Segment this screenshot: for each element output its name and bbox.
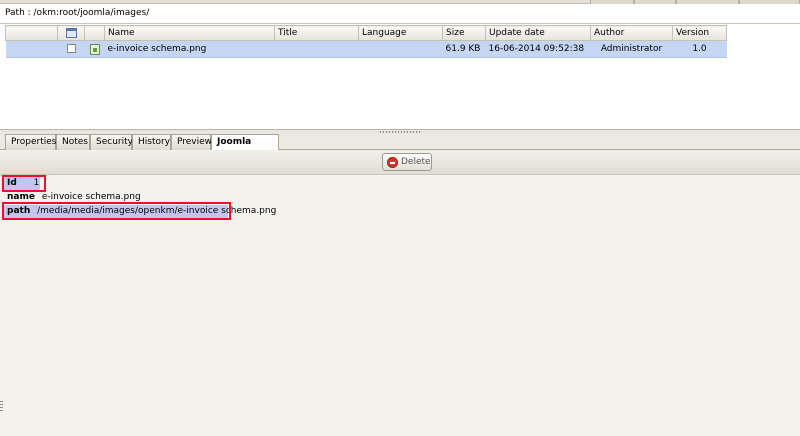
annotation-box-id <box>2 175 46 192</box>
column-header-calendar[interactable] <box>57 25 85 41</box>
delete-button[interactable]: Delete <box>382 153 432 171</box>
column-header-spacer <box>5 25 58 41</box>
table-header-row: Name Title Language Size Update date Aut… <box>5 25 727 41</box>
file-version: 1.0 <box>672 40 727 58</box>
tab-security[interactable]: Security <box>90 134 133 150</box>
row-type-cell <box>84 40 105 58</box>
property-name-key: name <box>7 192 35 202</box>
path-bar: Path : /okm:root/joomla/images/ <box>0 4 800 24</box>
column-header-size[interactable]: Size <box>442 25 486 41</box>
column-header-update-date[interactable]: Update date <box>485 25 591 41</box>
tab-preview[interactable]: Preview <box>171 134 212 150</box>
annotation-box-path <box>2 202 231 220</box>
tab-history[interactable]: History <box>132 134 171 150</box>
property-name-value: e-invoice schema.png <box>41 192 141 202</box>
file-name[interactable]: e-invoice schema.png <box>104 40 275 58</box>
delete-icon <box>387 157 398 168</box>
tab-notes[interactable]: Notes <box>56 134 90 150</box>
column-header-name[interactable]: Name <box>104 25 275 41</box>
column-header-icon[interactable] <box>84 25 105 41</box>
file-language <box>358 40 443 58</box>
calendar-icon <box>65 27 77 38</box>
column-header-author[interactable]: Author <box>590 25 673 41</box>
row-checkbox[interactable] <box>66 44 76 53</box>
row-spacer <box>5 40 58 58</box>
image-file-icon <box>89 43 100 55</box>
delete-button-label: Delete <box>401 157 431 167</box>
file-table: Name Title Language Size Update date Aut… <box>5 25 727 58</box>
document-tab-bar: Properties Notes Security History Previe… <box>0 134 800 162</box>
column-header-language[interactable]: Language <box>358 25 443 41</box>
column-header-version[interactable]: Version <box>672 25 727 41</box>
row-checkbox-cell[interactable] <box>57 40 85 58</box>
tab-properties[interactable]: Properties <box>5 134 56 150</box>
splitter-grip-icon[interactable] <box>380 131 420 133</box>
file-author: Administrator <box>590 40 673 58</box>
file-update-date: 16-06-2014 09:52:38 <box>485 40 591 58</box>
column-header-title[interactable]: Title <box>274 25 359 41</box>
media-properties-panel: Id 1 name e-invoice schema.png path /med… <box>0 175 800 436</box>
media-toolbar: Delete <box>0 150 800 175</box>
table-row[interactable]: e-invoice schema.png 61.9 KB 16-06-2014 … <box>5 40 727 58</box>
left-resize-grip-icon[interactable] <box>0 401 3 413</box>
file-title <box>274 40 359 58</box>
tab-joomla-media[interactable]: Joomla Media <box>211 134 279 162</box>
file-browser-panel: Name Title Language Size Update date Aut… <box>0 24 800 130</box>
file-size: 61.9 KB <box>442 40 486 58</box>
